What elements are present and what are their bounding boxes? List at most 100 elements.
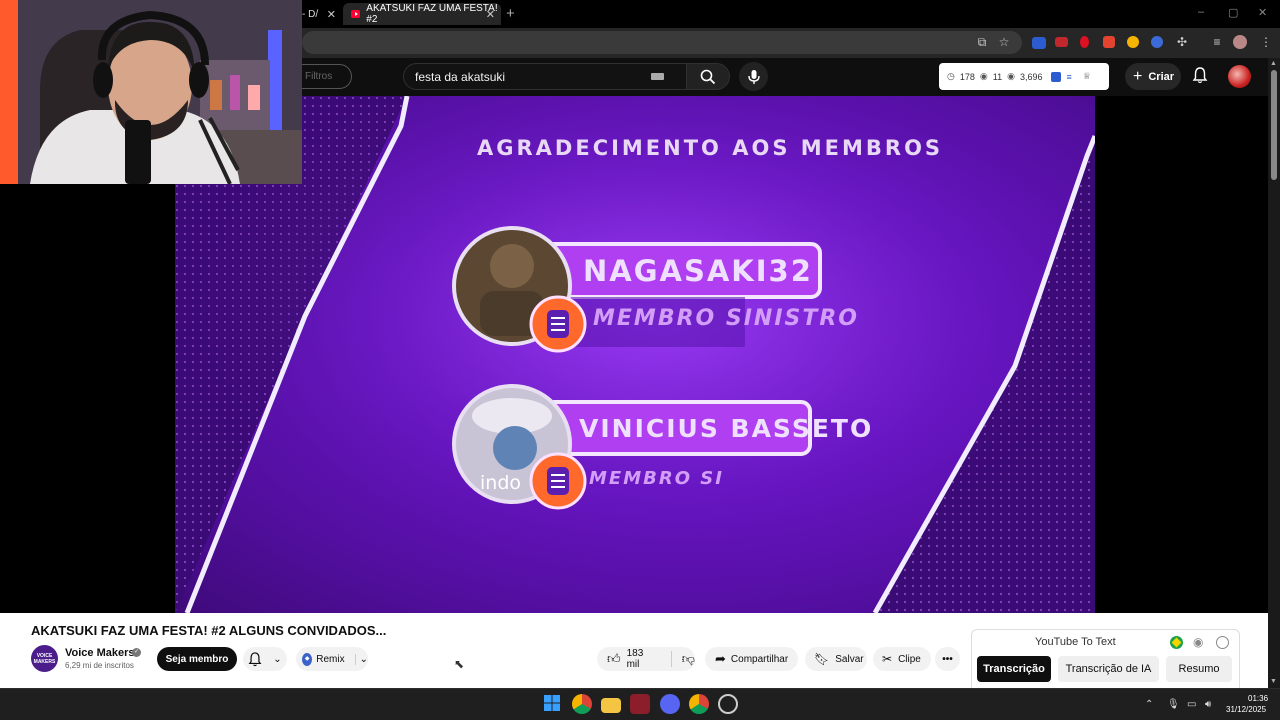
extension-icon[interactable] bbox=[1055, 37, 1068, 47]
remix-icon: ◆ bbox=[302, 652, 313, 666]
bookmark-star-icon[interactable]: ☆ bbox=[996, 34, 1012, 50]
member-name: NAGASAKI32 bbox=[583, 254, 813, 288]
browser-tab-active[interactable]: AKATSUKI FAZ UMA FESTA! #2 ✕ bbox=[343, 3, 501, 25]
subscription-bell-button[interactable]: ⌄ bbox=[243, 647, 287, 671]
more-actions-button[interactable]: ••• bbox=[935, 647, 960, 671]
voicemeeter-taskbar-icon[interactable] bbox=[630, 694, 650, 714]
tray-overflow-icon[interactable]: ⌃ bbox=[1145, 699, 1153, 710]
extension-icon[interactable] bbox=[1127, 36, 1139, 48]
search-input[interactable]: festa da akatsuki bbox=[403, 63, 687, 90]
thumbs-up-icon: 👍︎ bbox=[607, 651, 621, 666]
profile-avatar-icon[interactable] bbox=[1233, 35, 1247, 49]
scrollbar-thumb[interactable] bbox=[1271, 70, 1277, 180]
extension-icon[interactable] bbox=[1080, 36, 1089, 48]
share-label: Compartilhar bbox=[730, 653, 789, 665]
video-caption-fragment: indo bbox=[480, 472, 522, 494]
chrome-menu-icon[interactable]: ⋮ bbox=[1258, 34, 1274, 50]
close-window-button[interactable]: ✕ bbox=[1258, 6, 1267, 19]
scissors-icon: ✂ bbox=[882, 652, 893, 666]
tray-microphone-icon[interactable]: 🎙︎ bbox=[1167, 699, 1180, 710]
file-explorer-icon[interactable] bbox=[601, 698, 621, 713]
member-name: VINICIUS BASSETO bbox=[579, 414, 874, 443]
share-button[interactable]: ➦ Compartilhar bbox=[705, 647, 798, 671]
filter-label: Filtros bbox=[305, 71, 333, 82]
bell-icon bbox=[248, 651, 262, 666]
tab-label: AKATSUKI FAZ UMA FESTA! #2 bbox=[366, 3, 498, 25]
subscriber-count: 6,29 mi de inscritos bbox=[65, 661, 134, 670]
tab-transcription[interactable]: Transcrição bbox=[977, 656, 1051, 682]
minimize-button[interactable]: – bbox=[1198, 6, 1204, 18]
channel-avatar[interactable]: VOICE MAKERS bbox=[31, 645, 58, 672]
tab-close-icon[interactable]: ✕ bbox=[327, 8, 336, 21]
user-account-icon[interactable] bbox=[1216, 636, 1229, 649]
save-label: Salvar bbox=[835, 653, 864, 665]
extension-badge-icon[interactable] bbox=[1051, 71, 1062, 82]
obs-taskbar-icon[interactable] bbox=[718, 694, 738, 714]
tab-summary[interactable]: Resumo bbox=[1166, 656, 1232, 682]
scroll-down-arrow-icon[interactable]: ▼ bbox=[1270, 678, 1277, 685]
bookmark-icon: 🔖︎ bbox=[814, 652, 830, 666]
mouse-cursor-icon: ⬉ bbox=[454, 657, 465, 671]
video-title: AKATSUKI FAZ UMA FESTA! #2 ALGUNS CONVID… bbox=[31, 623, 387, 638]
chevron-down-icon: ⌄ bbox=[273, 653, 282, 665]
install-app-icon[interactable]: ⧉ bbox=[974, 34, 990, 50]
extension-icon[interactable] bbox=[1151, 36, 1163, 48]
maximize-button[interactable]: ▢ bbox=[1228, 6, 1238, 19]
tray-volume-icon[interactable]: 🔊︎ bbox=[1205, 699, 1211, 710]
create-button[interactable]: + Criar bbox=[1125, 63, 1181, 90]
new-tab-button[interactable]: + bbox=[506, 5, 515, 22]
extension-icon[interactable] bbox=[1103, 36, 1115, 48]
discord-taskbar-icon[interactable] bbox=[660, 694, 680, 714]
stat-views-b: 3,696 bbox=[1019, 71, 1043, 82]
notifications-bell-icon[interactable] bbox=[1192, 67, 1208, 89]
clock-time[interactable]: 01:36 bbox=[1248, 694, 1268, 703]
webcam-overlay bbox=[0, 0, 302, 184]
tab-label: - D/ bbox=[302, 8, 319, 20]
clip-button[interactable]: ✂ Clipe bbox=[873, 647, 931, 671]
scroll-up-arrow-icon[interactable]: ▲ bbox=[1270, 60, 1277, 67]
address-bar[interactable] bbox=[302, 31, 1022, 54]
clock-icon: ◷ bbox=[947, 71, 955, 81]
chrome-taskbar-icon[interactable] bbox=[572, 694, 592, 714]
award-icon[interactable]: ♕ bbox=[1083, 71, 1091, 82]
browser-tab[interactable]: - D/ ✕ bbox=[302, 3, 342, 25]
video-frame-graphics bbox=[175, 96, 1095, 613]
stat-watch-time: 178 bbox=[959, 71, 975, 82]
stat-views-a: 11 bbox=[992, 71, 1003, 82]
search-button[interactable] bbox=[686, 63, 730, 90]
eye-icon: ◉ bbox=[979, 71, 988, 81]
remix-label: Remix bbox=[316, 653, 345, 665]
account-avatar[interactable] bbox=[1228, 65, 1251, 88]
like-count: 183 mil bbox=[626, 648, 644, 670]
chrome-profile-taskbar-icon[interactable] bbox=[689, 694, 709, 714]
windows-start-icon[interactable] bbox=[543, 694, 563, 714]
stats-extension-box: ◷ 178 ◉ 11 ◉ 3,696 ≡ ♕ bbox=[939, 63, 1109, 90]
tray-network-icon[interactable]: ▭ bbox=[1187, 699, 1196, 710]
media-controls-icon[interactable]: ≡ bbox=[1209, 34, 1225, 50]
remix-button[interactable]: ◆ Remix ⌄ bbox=[296, 647, 368, 671]
video-banner-title: AGRADECIMENTO AOS MEMBROS bbox=[477, 136, 944, 160]
webcam-feed-image bbox=[0, 0, 302, 184]
list-icon[interactable]: ≡ bbox=[1066, 72, 1071, 82]
like-button[interactable]: 👍︎ 183 mil 👎︎ bbox=[597, 647, 695, 671]
voice-search-button[interactable] bbox=[739, 62, 768, 91]
clock-date[interactable]: 31/12/2025 bbox=[1226, 705, 1266, 714]
save-button[interactable]: 🔖︎ Salvar bbox=[805, 647, 867, 671]
plus-icon: + bbox=[1133, 67, 1143, 85]
video-player[interactable]: AGRADECIMENTO AOS MEMBROS NAGASAKI32 MEM… bbox=[175, 96, 1095, 613]
tab-close-icon[interactable]: ✕ bbox=[486, 8, 495, 21]
eye-icon: ◉ bbox=[1007, 71, 1015, 81]
extensions-puzzle-icon[interactable]: ✣ bbox=[1174, 34, 1190, 50]
brazil-flag-icon[interactable] bbox=[1170, 636, 1183, 649]
clip-label: Clipe bbox=[898, 653, 921, 665]
extension-icon[interactable] bbox=[1032, 37, 1046, 49]
eye-icon[interactable]: ◉ bbox=[1193, 635, 1203, 649]
keyboard-icon[interactable] bbox=[651, 73, 664, 80]
create-label: Criar bbox=[1148, 70, 1175, 83]
chevron-down-icon[interactable]: ⌄ bbox=[354, 653, 368, 665]
member-role: MEMBRO SINISTRO bbox=[593, 306, 860, 331]
channel-name[interactable]: Voice Makers bbox=[65, 647, 135, 659]
dislike-button[interactable]: 👎︎ bbox=[670, 651, 695, 667]
join-membership-button[interactable]: Seja membro bbox=[157, 647, 237, 671]
tab-ai-transcription[interactable]: Transcrição de IA bbox=[1058, 656, 1159, 682]
